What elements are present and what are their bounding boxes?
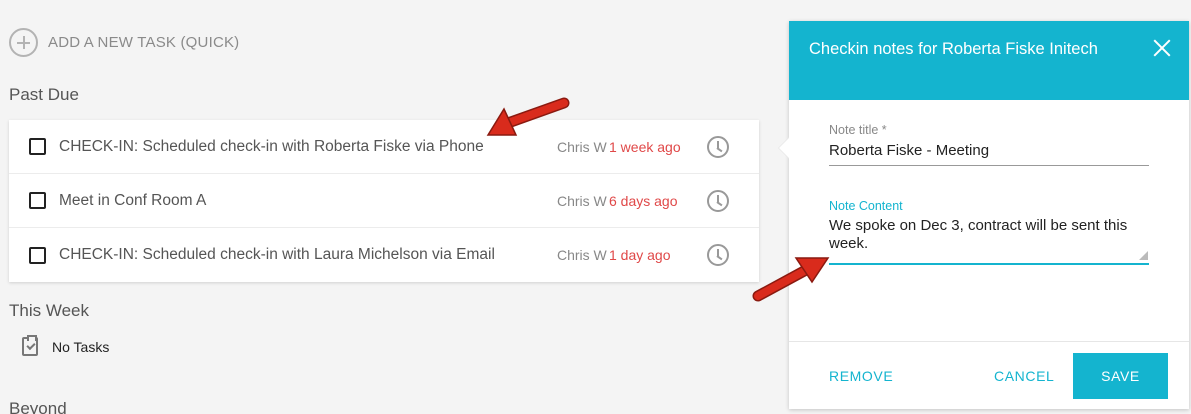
no-tasks-label: No Tasks	[52, 338, 110, 355]
save-button[interactable]: SAVE	[1073, 353, 1168, 399]
task-checkbox[interactable]	[29, 192, 46, 209]
no-tasks-message: No Tasks	[22, 335, 110, 356]
task-due: 6 days ago	[609, 192, 678, 209]
clipboard-check-icon	[22, 335, 38, 356]
resize-handle-icon[interactable]	[1139, 251, 1148, 260]
clock-icon[interactable]	[707, 189, 729, 212]
section-title-beyond: Beyond	[9, 399, 67, 414]
task-row[interactable]: CHECK-IN: Scheduled check-in with Robert…	[9, 120, 759, 174]
task-title[interactable]: Meet in Conf Room A	[59, 192, 557, 210]
note-title-label: Note title *	[829, 123, 887, 137]
panel-title: Checkin notes for Roberta Fiske Initech	[809, 40, 1098, 58]
plus-circle-icon[interactable]	[9, 28, 38, 57]
close-icon[interactable]	[1153, 39, 1171, 57]
clock-icon[interactable]	[707, 244, 729, 266]
checkin-notes-panel: Checkin notes for Roberta Fiske Initech …	[778, 21, 1189, 409]
add-task-label[interactable]: ADD A NEW TASK (QUICK)	[48, 34, 239, 51]
task-row[interactable]: CHECK-IN: Scheduled check-in with Laura …	[9, 228, 759, 282]
task-assignee: Chris W	[557, 138, 607, 155]
task-checkbox[interactable]	[29, 138, 46, 155]
task-due: 1 day ago	[609, 247, 671, 263]
task-due: 1 week ago	[609, 138, 681, 155]
past-due-task-list: CHECK-IN: Scheduled check-in with Robert…	[9, 120, 759, 282]
panel-header: Checkin notes for Roberta Fiske Initech	[789, 21, 1189, 100]
section-title-past-due: Past Due	[9, 85, 79, 104]
note-content-text[interactable]: We spoke on Dec 3, contract will be sent…	[829, 217, 1127, 252]
note-title-input[interactable]: Roberta Fiske - Meeting	[829, 137, 1149, 166]
section-title-this-week: This Week	[9, 301, 89, 320]
note-content-textarea[interactable]: We spoke on Dec 3, contract will be sent…	[829, 213, 1149, 265]
note-content-label: Note Content	[829, 199, 903, 213]
task-assignee: Chris W	[557, 247, 607, 263]
task-title[interactable]: CHECK-IN: Scheduled check-in with Robert…	[59, 138, 557, 156]
task-checkbox[interactable]	[29, 246, 46, 264]
task-assignee: Chris W	[557, 192, 607, 209]
cancel-button[interactable]: CANCEL	[994, 368, 1054, 384]
panel-footer: REMOVE CANCEL SAVE	[789, 341, 1189, 409]
task-title[interactable]: CHECK-IN: Scheduled check-in with Laura …	[59, 246, 557, 264]
remove-button[interactable]: REMOVE	[829, 368, 893, 384]
clock-icon[interactable]	[707, 135, 729, 158]
add-task-quick[interactable]: ADD A NEW TASK (QUICK)	[9, 28, 239, 57]
note-title-field[interactable]: Note title * Roberta Fiske - Meeting	[829, 123, 1149, 166]
note-content-field[interactable]: Note Content We spoke on Dec 3, contract…	[829, 199, 1149, 265]
task-row[interactable]: Meet in Conf Room A Chris W 6 days ago	[9, 174, 759, 228]
